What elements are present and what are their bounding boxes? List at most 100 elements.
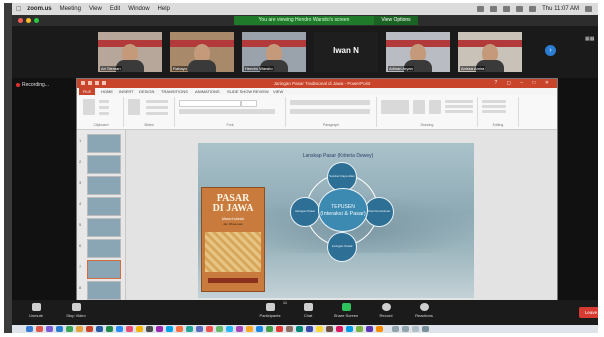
arrange-icon[interactable] bbox=[413, 100, 425, 114]
shape-fill-button[interactable] bbox=[445, 100, 473, 103]
tab-insert[interactable]: INSERT bbox=[119, 89, 134, 94]
menu-edit[interactable]: Edit bbox=[110, 6, 120, 12]
zoom-icon[interactable] bbox=[116, 326, 123, 332]
slide-thumbnail[interactable] bbox=[87, 281, 121, 300]
undo-icon[interactable] bbox=[88, 81, 92, 85]
apple-icon[interactable]:  bbox=[16, 6, 21, 13]
app-icon[interactable] bbox=[366, 326, 373, 332]
chevron-right-icon[interactable]: › bbox=[545, 45, 556, 56]
list-buttons[interactable] bbox=[290, 100, 370, 105]
slide-thumbnail[interactable] bbox=[87, 197, 121, 216]
shapes-gallery[interactable] bbox=[381, 100, 409, 114]
reactions-button[interactable]: Reactions bbox=[404, 303, 444, 318]
app-icon[interactable] bbox=[356, 326, 363, 332]
app-icon[interactable] bbox=[196, 326, 203, 332]
menu-view[interactable]: View bbox=[89, 6, 102, 12]
app-icon[interactable] bbox=[376, 326, 383, 332]
app-icon[interactable] bbox=[76, 326, 83, 332]
app-icon[interactable] bbox=[226, 326, 233, 332]
copy-icon[interactable] bbox=[99, 106, 109, 109]
tab-slide-show[interactable]: SLIDE SHOW bbox=[227, 89, 252, 94]
participant-tile[interactable]: Hendro Warsito bbox=[242, 32, 306, 72]
new-slide-icon[interactable] bbox=[128, 99, 140, 115]
cut-icon[interactable] bbox=[99, 100, 109, 103]
shape-outline-button[interactable] bbox=[445, 105, 473, 108]
search-icon[interactable] bbox=[585, 6, 592, 12]
app-icon[interactable] bbox=[216, 326, 223, 332]
quick-styles-icon[interactable] bbox=[429, 100, 441, 114]
font-size-select[interactable] bbox=[241, 100, 257, 107]
window-buttons[interactable]: ? ◻ – □ ✕ bbox=[495, 80, 553, 86]
save-icon[interactable] bbox=[81, 81, 85, 85]
slide-thumbnail[interactable] bbox=[87, 239, 121, 258]
redo-icon[interactable] bbox=[95, 81, 99, 85]
tab-file[interactable]: FILE bbox=[79, 88, 95, 95]
slide-title[interactable]: Lanskap Pasar (Kriteria Dewey) bbox=[258, 153, 418, 159]
stop-video-button[interactable]: Stop Video bbox=[56, 303, 96, 318]
fullscreen-window-icon[interactable] bbox=[34, 18, 39, 23]
tab-transitions[interactable]: TRANSITIONS bbox=[161, 89, 188, 94]
slide-thumbnail-selected[interactable] bbox=[87, 260, 121, 279]
view-options-button[interactable]: View Options bbox=[374, 16, 418, 25]
recording-indicator[interactable]: Recording... bbox=[16, 82, 49, 88]
app-icon[interactable] bbox=[246, 326, 253, 332]
app-icon[interactable] bbox=[346, 326, 353, 332]
downloads-icon[interactable] bbox=[412, 326, 419, 332]
folder-icon[interactable] bbox=[392, 326, 399, 332]
app-icon[interactable] bbox=[36, 326, 43, 332]
slide-thumbnail[interactable] bbox=[87, 218, 121, 237]
tab-design[interactable]: DESIGN bbox=[139, 89, 154, 94]
menu-meeting[interactable]: Meeting bbox=[60, 6, 81, 12]
participants-button[interactable]: Participants bbox=[250, 303, 290, 318]
minimize-window-icon[interactable] bbox=[26, 18, 31, 23]
trash-icon[interactable] bbox=[422, 326, 429, 332]
participant-tile[interactable]: Anissa Amira bbox=[458, 32, 522, 72]
font-format-buttons[interactable] bbox=[179, 109, 275, 114]
status-icon[interactable] bbox=[477, 6, 485, 12]
excel-icon[interactable] bbox=[106, 326, 113, 332]
paste-icon[interactable] bbox=[83, 99, 95, 115]
slide-thumbnail[interactable] bbox=[87, 176, 121, 195]
section-icon[interactable] bbox=[146, 112, 168, 115]
tab-review[interactable]: REVIEW bbox=[253, 89, 269, 94]
app-icon[interactable] bbox=[306, 326, 313, 332]
cycle-center[interactable]: TEPUSEN (Interaksi & Pasar) bbox=[318, 188, 368, 232]
app-icon[interactable] bbox=[136, 326, 143, 332]
reset-icon[interactable] bbox=[146, 106, 168, 109]
gallery-grid-icon[interactable]: ▦▦ bbox=[585, 36, 594, 42]
app-icon[interactable] bbox=[276, 326, 283, 332]
app-icon[interactable] bbox=[166, 326, 173, 332]
format-painter-icon[interactable] bbox=[99, 112, 109, 115]
replace-button[interactable] bbox=[482, 105, 506, 108]
current-slide[interactable]: Lanskap Pasar (Kriteria Dewey) Sumber Da… bbox=[198, 143, 474, 298]
app-icon[interactable] bbox=[156, 326, 163, 332]
app-icon[interactable] bbox=[46, 326, 53, 332]
battery-icon[interactable] bbox=[529, 6, 537, 12]
app-icon[interactable] bbox=[66, 326, 73, 332]
app-icon[interactable] bbox=[316, 326, 323, 332]
present-icon[interactable] bbox=[102, 81, 106, 85]
folder-icon[interactable] bbox=[402, 326, 409, 332]
tab-view[interactable]: VIEW bbox=[273, 89, 283, 94]
powerpoint-icon[interactable] bbox=[86, 326, 93, 332]
app-icon[interactable] bbox=[176, 326, 183, 332]
layout-icon[interactable] bbox=[146, 100, 168, 103]
select-button[interactable] bbox=[482, 110, 506, 113]
cycle-node[interactable]: Pola Pemukiman bbox=[364, 197, 394, 227]
status-icon[interactable] bbox=[503, 6, 511, 12]
app-icon[interactable] bbox=[126, 326, 133, 332]
app-icon[interactable] bbox=[336, 326, 343, 332]
menu-app-name[interactable]: zoom.us bbox=[27, 6, 51, 12]
participant-tile[interactable]: Rahayu bbox=[170, 32, 234, 72]
menu-help[interactable]: Help bbox=[158, 6, 170, 12]
tab-animations[interactable]: ANIMATIONS bbox=[195, 89, 220, 94]
participant-tile[interactable]: Adinan Aryan bbox=[386, 32, 450, 72]
app-icon[interactable] bbox=[186, 326, 193, 332]
app-icon[interactable] bbox=[296, 326, 303, 332]
chat-button[interactable]: Chat bbox=[288, 303, 328, 318]
app-icon[interactable] bbox=[236, 326, 243, 332]
cycle-node[interactable]: Jaringan Pasar bbox=[290, 197, 320, 227]
participant-tile[interactable]: Iwan N bbox=[314, 32, 378, 72]
app-icon[interactable] bbox=[266, 326, 273, 332]
slide-thumbnail[interactable] bbox=[87, 134, 121, 153]
